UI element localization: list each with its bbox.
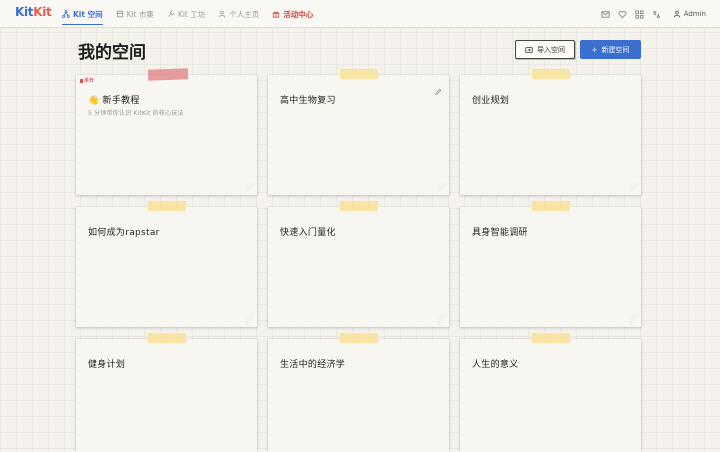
flag-icon: [80, 78, 83, 83]
translate-icon[interactable]: [652, 10, 661, 19]
page-fold: [629, 315, 641, 327]
dashboard-icon[interactable]: [635, 9, 644, 19]
tape-decoration: [532, 69, 570, 79]
space-card[interactable]: 健身计划: [76, 333, 257, 452]
tape-decoration: [340, 201, 378, 211]
new-label: 新建空间: [601, 45, 630, 54]
page-fold: [437, 315, 449, 327]
user-icon: [219, 10, 226, 18]
nav-label: Kit 工坊: [177, 9, 206, 19]
nav-label: Kit 空间: [73, 9, 103, 19]
tape-decoration: [340, 333, 378, 343]
nav-kit-space[interactable]: Kit 空间: [62, 0, 103, 28]
space-card[interactable]: 创业规划: [460, 69, 641, 195]
wrench-icon: [168, 10, 175, 17]
nav-label: 活动中心: [283, 9, 314, 19]
space-card[interactable]: 生活中的经济学: [268, 333, 449, 452]
card-title: 具身智能调研: [472, 228, 528, 238]
tape-decoration: [340, 69, 378, 79]
user-icon: [673, 10, 680, 18]
top-navbar: KitKit Kit 空间 Kit 市集 Kit 工坊 个人主页 活动中心 Ad…: [0, 0, 720, 28]
store-icon: [115, 10, 124, 18]
pencil-icon[interactable]: [434, 81, 442, 95]
space-card[interactable]: 人生的意义: [460, 333, 641, 452]
card-title: 健身计划: [88, 360, 126, 370]
nav-kit-market[interactable]: Kit 市集: [115, 0, 154, 28]
card-title: 👋 新手教程: [88, 96, 140, 106]
space-card[interactable]: 推荐 👋 新手教程 5 分钟带你认识 KitKit 的核心玩法: [76, 68, 257, 195]
space-card[interactable]: 如何成为rapstar: [76, 201, 257, 327]
import-icon: [525, 46, 533, 53]
import-label: 导入空间: [537, 45, 565, 54]
card-title: 如何成为rapstar: [88, 228, 160, 238]
page-fold: [245, 315, 257, 327]
card-title: 快速入门量化: [280, 228, 336, 238]
tape-decoration: [532, 201, 570, 211]
import-space-button[interactable]: 导入空间: [515, 40, 575, 59]
nav-actions: Admin: [601, 0, 706, 28]
kitkit-logo[interactable]: KitKit: [15, 5, 52, 19]
tape-decoration: [147, 68, 189, 81]
plus-icon: +: [591, 45, 598, 54]
user-menu[interactable]: Admin: [673, 10, 706, 18]
heart-icon[interactable]: [618, 10, 627, 19]
network-icon: [62, 10, 70, 18]
card-title: 高中生物复习: [280, 96, 336, 106]
main-nav: Kit 空间 Kit 市集 Kit 工坊 个人主页 活动中心: [62, 0, 326, 28]
nav-label: 个人主页: [229, 9, 260, 19]
space-card[interactable]: 高中生物复习: [268, 69, 449, 195]
tape-decoration: [148, 201, 186, 211]
page-fold: [245, 183, 257, 195]
card-title: 创业规划: [472, 96, 510, 106]
card-subtitle: 5 分钟带你认识 KitKit 的核心玩法: [88, 110, 184, 117]
nav-label: Kit 市集: [126, 9, 154, 19]
card-title: 人生的意义: [472, 360, 519, 370]
space-card[interactable]: 具身智能调研: [460, 201, 641, 327]
page-fold: [437, 183, 449, 195]
user-name: Admin: [683, 10, 706, 18]
recommend-badge: 推荐: [80, 77, 94, 84]
nav-profile[interactable]: 个人主页: [218, 0, 259, 28]
new-space-button[interactable]: + 新建空间: [580, 40, 641, 59]
mail-icon[interactable]: [601, 10, 610, 19]
wave-icon: 👋: [88, 96, 100, 106]
space-card[interactable]: 快速入门量化: [268, 201, 449, 327]
page-fold: [629, 183, 641, 195]
nav-kit-workshop[interactable]: Kit 工坊: [167, 0, 205, 28]
tape-decoration: [148, 333, 186, 343]
nav-event-center[interactable]: 活动中心: [272, 0, 313, 28]
page-title: 我的空间: [78, 43, 146, 63]
tape-decoration: [532, 333, 570, 343]
gift-icon: [273, 11, 280, 18]
card-title: 生活中的经济学: [280, 360, 346, 370]
